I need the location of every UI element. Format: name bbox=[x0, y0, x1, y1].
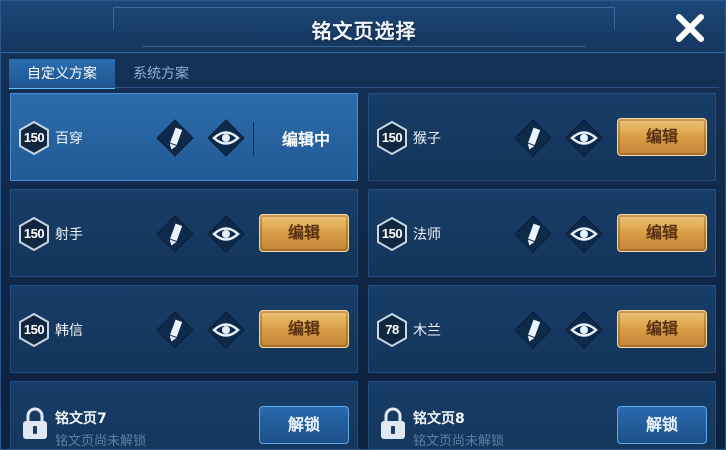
pen-icon bbox=[156, 215, 194, 253]
eye-icon bbox=[565, 311, 603, 349]
close-icon bbox=[676, 14, 704, 42]
tab-divider bbox=[9, 87, 719, 88]
editing-status: 编辑中 bbox=[281, 130, 330, 149]
rename-button[interactable] bbox=[513, 214, 553, 254]
rune-page-card-6[interactable]: 78 木兰 编辑 bbox=[368, 285, 716, 373]
rune-page-dialog: 铭文页选择 自定义方案 系统方案 150 百穿 编辑中 150 猴子 编辑 15… bbox=[0, 0, 726, 450]
rune-page-card-2[interactable]: 150 猴子 编辑 bbox=[368, 93, 716, 181]
unlock-button[interactable]: 解锁 bbox=[259, 406, 349, 444]
locked-page-hint: 铭文页尚未解锁 bbox=[55, 434, 147, 449]
title-bar: 铭文页选择 bbox=[1, 1, 725, 53]
edit-button[interactable]: 编辑 bbox=[259, 214, 349, 252]
preview-button[interactable] bbox=[206, 214, 246, 254]
lock-icon bbox=[23, 407, 47, 439]
locked-page-hint: 铭文页尚未解锁 bbox=[413, 434, 505, 449]
locked-page-name: 铭文页8 bbox=[413, 411, 465, 427]
rune-page-name: 木兰 bbox=[413, 323, 441, 339]
rune-page-name: 百穿 bbox=[55, 131, 83, 147]
divider bbox=[253, 122, 254, 156]
tab-bar: 自定义方案 系统方案 bbox=[9, 59, 207, 89]
rename-button[interactable] bbox=[155, 118, 195, 158]
dialog-title: 铭文页选择 bbox=[311, 19, 417, 43]
preview-button[interactable] bbox=[206, 118, 246, 158]
rune-page-name: 射手 bbox=[55, 227, 83, 243]
eye-icon bbox=[565, 119, 603, 157]
tab-custom[interactable]: 自定义方案 bbox=[9, 59, 115, 89]
eye-icon bbox=[565, 215, 603, 253]
rename-button[interactable] bbox=[513, 118, 553, 158]
lock-icon bbox=[381, 407, 405, 439]
edit-button[interactable]: 编辑 bbox=[617, 310, 707, 348]
pen-icon bbox=[156, 311, 194, 349]
rune-page-name: 猴子 bbox=[413, 131, 441, 147]
locked-page-name: 铭文页7 bbox=[55, 411, 107, 427]
preview-button[interactable] bbox=[564, 214, 604, 254]
rune-page-name: 法师 bbox=[413, 227, 441, 243]
level-value: 150 bbox=[381, 130, 403, 145]
close-button[interactable] bbox=[673, 11, 707, 45]
pen-icon bbox=[514, 215, 552, 253]
rune-page-card-1[interactable]: 150 百穿 编辑中 bbox=[10, 93, 358, 181]
level-value: 150 bbox=[23, 130, 45, 145]
edit-button[interactable]: 编辑 bbox=[617, 118, 707, 156]
preview-button[interactable] bbox=[564, 310, 604, 350]
locked-page-card-8: 铭文页8 铭文页尚未解锁 解锁 bbox=[368, 381, 716, 449]
rune-page-card-3[interactable]: 150 射手 编辑 bbox=[10, 189, 358, 277]
pen-icon bbox=[514, 311, 552, 349]
edit-button[interactable]: 编辑 bbox=[617, 214, 707, 252]
locked-page-card-7: 铭文页7 铭文页尚未解锁 解锁 bbox=[10, 381, 358, 449]
pen-icon bbox=[514, 119, 552, 157]
rune-page-card-4[interactable]: 150 法师 编辑 bbox=[368, 189, 716, 277]
rename-button[interactable] bbox=[155, 214, 195, 254]
level-value: 150 bbox=[381, 226, 403, 241]
rune-page-card-5[interactable]: 150 韩信 编辑 bbox=[10, 285, 358, 373]
tab-system[interactable]: 系统方案 bbox=[115, 59, 207, 89]
preview-button[interactable] bbox=[206, 310, 246, 350]
edit-button[interactable]: 编辑 bbox=[259, 310, 349, 348]
pen-icon bbox=[156, 119, 194, 157]
rune-page-name: 韩信 bbox=[55, 323, 83, 339]
preview-button[interactable] bbox=[564, 118, 604, 158]
eye-icon bbox=[207, 119, 245, 157]
eye-icon bbox=[207, 311, 245, 349]
eye-icon bbox=[207, 215, 245, 253]
rename-button[interactable] bbox=[513, 310, 553, 350]
level-value: 78 bbox=[385, 322, 399, 337]
rename-button[interactable] bbox=[155, 310, 195, 350]
level-value: 150 bbox=[23, 226, 45, 241]
level-value: 150 bbox=[23, 322, 45, 337]
unlock-button[interactable]: 解锁 bbox=[617, 406, 707, 444]
